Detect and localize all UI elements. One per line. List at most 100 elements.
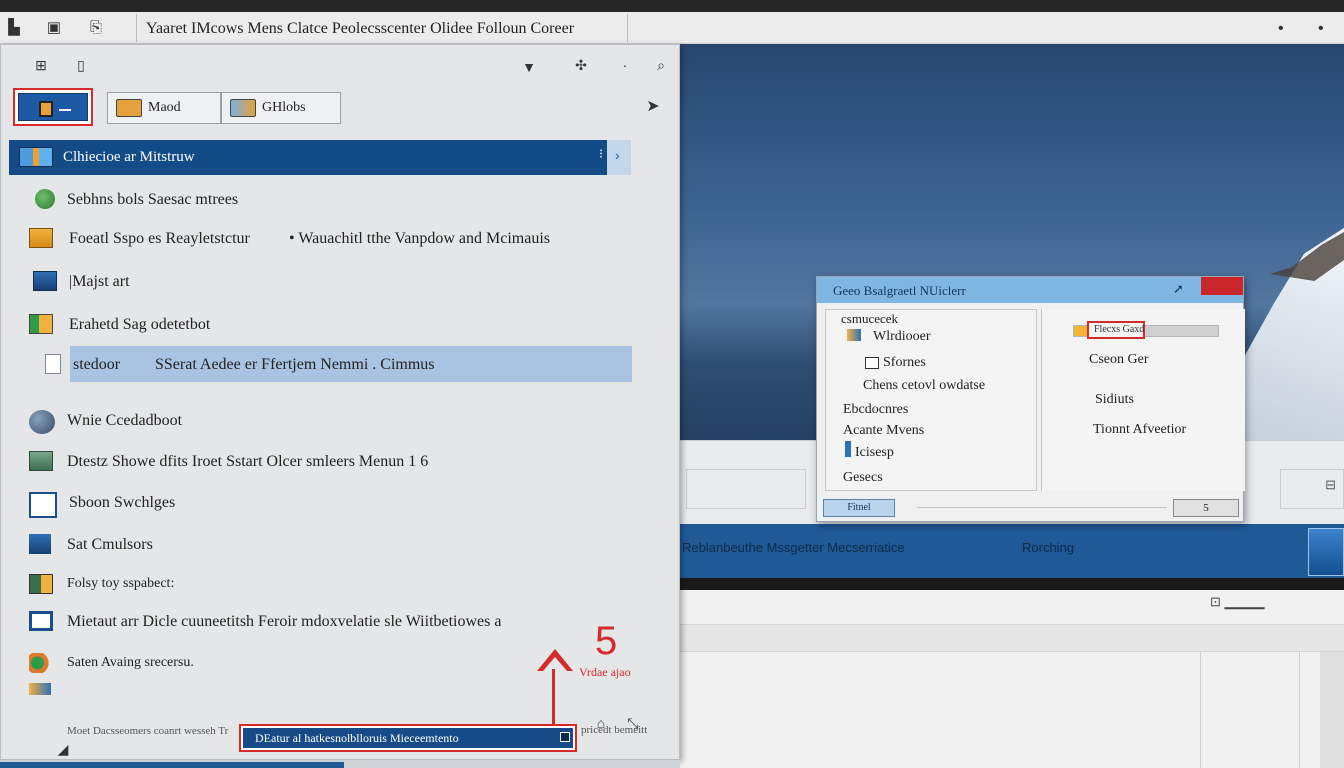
list-item-label: stedoor [73,356,121,373]
list-item[interactable]: stedoor SSerat Aedee er Ffertjem Nemmi .… [1,350,641,380]
list-item[interactable]: |Majst art [1,267,641,297]
chart-icon [29,574,53,594]
callout-number: 5 [595,619,618,663]
note-icon[interactable]: ▯ [71,55,91,75]
list-item[interactable]: Erahetd Sag odetetbot [1,310,641,340]
bottom-taskbar [0,760,680,768]
monitor-icon [33,271,57,291]
corner-icon[interactable]: ◢ [53,739,73,759]
home-icon[interactable]: ⌂ [591,713,611,733]
selected-item-label: Clhiecioe ar Mitstruw [63,149,195,165]
panel-frame [686,469,806,509]
dash-icon [59,109,71,111]
file-icon[interactable]: ▙ [4,18,24,38]
progress-label-box: Flecxs Gaxd [1087,321,1145,339]
lower-toolbar [680,624,1344,652]
lower-scrollbar[interactable] [1320,652,1344,768]
taskbar-thumbnail[interactable] [1308,528,1344,576]
move-icon[interactable]: ✣ [571,55,591,75]
document-icon [45,354,61,374]
list-item-label: |Majst art [69,273,130,290]
primary-button-fill [18,93,88,121]
list-item-label: Foeatl Sspo es Reayletstctur [69,230,250,247]
toolbar-button-maod[interactable]: Maod [107,92,221,124]
pin-icon[interactable]: ⊞ [31,55,51,75]
dialog-right-button[interactable]: 5 [1173,499,1239,517]
list-item-label: Sat Cmulsors [67,536,153,553]
right-pane-item[interactable]: Sidiuts [1095,392,1134,408]
primary-button[interactable] [13,88,93,126]
app-icon [29,534,51,554]
drag-handle-icon[interactable]: ⁝ [599,146,603,162]
dialog-left-button[interactable]: Fitnel [823,499,895,517]
save-icon[interactable]: ▣ [44,18,64,38]
list-item[interactable]: Foeatl Sspo es Reayletstctur • Wauachitl… [1,224,641,254]
list-item[interactable]: Dtestz Showe dfits Iroet Sstart Olcer sm… [1,447,641,477]
app-icon [29,314,53,334]
expand-icon[interactable]: ⊟ [1325,477,1336,493]
folder-icon [847,329,861,341]
left-pane-item[interactable]: Icisesp [855,445,894,461]
folder-icon [29,228,53,248]
globe-icon [29,410,55,434]
settings-icon [35,189,55,209]
resize-icon[interactable]: ⤡ [623,713,643,733]
list-item-label-text: Majst art [72,273,130,290]
search-icon[interactable]: ⌕ [651,55,671,75]
dialog-header: Geeo Bsalgraetl NUiclerr ➚ [817,277,1243,303]
close-button[interactable] [1201,277,1243,295]
bottom-input-value: DEatur al hatkesnolblloruis Mieceemtento [255,731,459,745]
list-item[interactable]: Folsy toy sspabect: [1,570,641,600]
share-icon[interactable]: ⎘ [86,18,106,38]
bottom-input-fill: DEatur al hatkesnolblloruis Mieceemtento [243,728,573,748]
folder-icon [29,683,51,695]
left-pane-item[interactable]: Ebcdocnres [843,402,908,418]
list-item[interactable]: Sat Cmulsors [1,530,641,560]
list-item-label: Erahetd Sag odetetbot [69,316,211,333]
dialog-title: Geeo Bsalgraetl NUiclerr [833,283,966,298]
bottom-input-field[interactable]: DEatur al hatkesnolblloruis Mieceemtento [239,724,577,752]
list-item-detail: • Wauachitl tthe Vanpdow and Mcimauis [289,230,551,247]
settings-dialog: Geeo Bsalgraetl NUiclerr ➚ csmucecek Wlr… [816,276,1245,522]
list-item[interactable]: Mietaut arr Dicle cuuneetitsh Feroir mdo… [1,607,641,637]
left-pane-item[interactable]: Chens cetovl owdatse [863,378,985,394]
list-item[interactable]: Wnie Ccedadboot [1,406,641,436]
top-edge [0,0,1344,12]
taskbar-right-text[interactable]: Rorching [1022,540,1074,555]
bottom-note: Moet Dacsseomers coanrt wesseh Tr [67,725,229,737]
list-item-label: Sebhns bols Saesac mtrees [67,191,239,208]
pin-arrow-icon[interactable]: ➚ [1173,281,1184,297]
apps-icon [29,653,53,673]
list-item-label: Mietaut arr Dicle cuuneetitsh Feroir mdo… [67,613,502,630]
forward-arrow-icon[interactable]: ➤ [643,97,663,117]
dot-icon[interactable]: · [615,55,635,75]
more-dot-icon[interactable]: • [1318,20,1324,38]
dropdown-icon[interactable]: ▼ [519,57,539,77]
progress-label: Flecxs Gaxd [1094,324,1145,335]
left-pane-item[interactable]: Sfornes [883,355,926,371]
right-pane-item[interactable]: Tionnt Afveetior [1093,422,1186,438]
list-icon [29,492,57,518]
list-icon [865,357,879,369]
list-item[interactable]: Sboon Swchlges [1,488,641,518]
toolbar-button-label: GHlobs [262,100,306,115]
list-item-detail-text: Wauachitl tthe Vanpdow and Mcimauis [298,230,551,247]
left-pane-item[interactable]: Gesecs [843,470,883,486]
right-pane-item[interactable]: Cseon Ger [1089,352,1149,368]
restore-icon[interactable]: ⊡ ▁▁▁▁ [1210,594,1265,610]
toolbar-button-ghlobs[interactable]: GHlobs [221,92,341,124]
image-icon [29,451,53,471]
left-pane-header: csmucecek [841,311,899,326]
list-item[interactable]: Sebhns bols Saesac mtrees [1,185,641,215]
left-pane-item[interactable]: Wlrdiooer [873,329,931,345]
list-item-detail: SSerat Aedee er Ffertjem Nemmi . Cimmus [155,356,435,373]
chevron-right-icon[interactable]: › [615,147,620,163]
selected-list-item[interactable]: Clhiecioe ar Mitstruw ⁝ › [9,140,631,175]
bar-icon [845,441,851,457]
folder-icon [39,101,53,117]
menu-dot-icon[interactable]: • [1278,20,1284,38]
left-pane-item[interactable]: Acante Mvens [843,423,924,439]
desktop-taskbar: Reblanbeuthe Mssgetter Mecserriatice Ror… [680,524,1344,580]
callout-label: Vrdae ajao [579,665,631,679]
input-end-icon[interactable] [560,732,570,742]
